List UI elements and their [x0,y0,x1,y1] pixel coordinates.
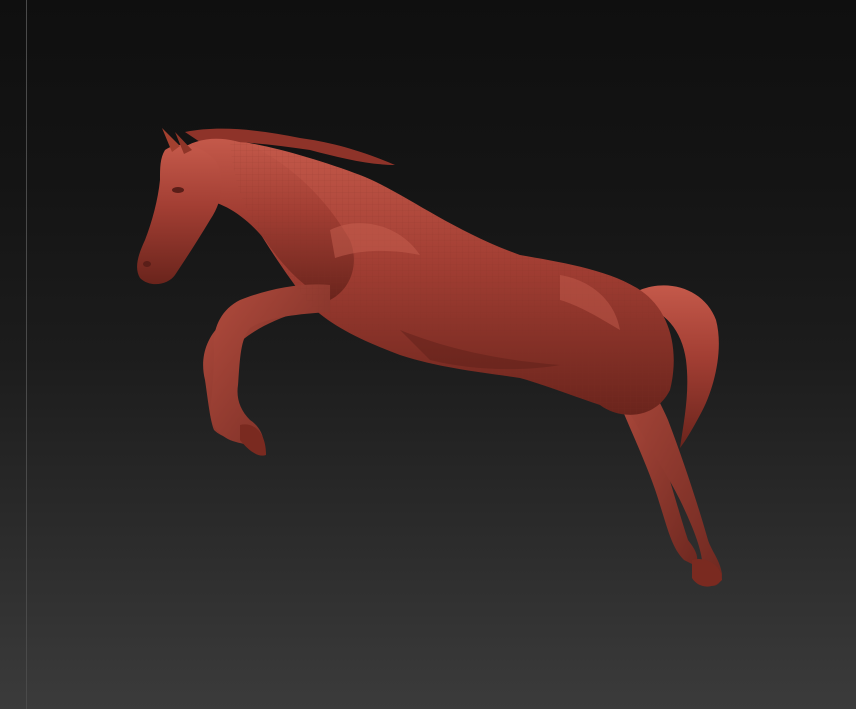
sculpt-model[interactable] [0,0,856,709]
horse-model-icon [137,128,722,587]
3d-viewport[interactable] [0,0,856,709]
